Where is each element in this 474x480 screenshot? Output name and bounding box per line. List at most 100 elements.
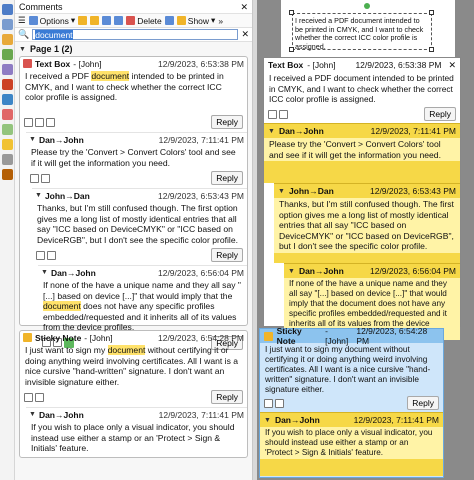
rotate-handle[interactable] (364, 3, 370, 9)
search-highlight: document (107, 345, 146, 355)
page-text-box[interactable]: I received a PDF document intended to be… (292, 13, 432, 51)
reply-date: 12/9/2023, 6:56:04 PM (157, 267, 244, 278)
options-icon (28, 16, 38, 25)
popup-reply[interactable]: ▼ Dan→John 12/9/2023, 7:11:41 PM Please … (264, 123, 460, 183)
resize-handle[interactable] (429, 10, 434, 15)
popup-text[interactable]: I just want to sign my document without … (260, 343, 443, 395)
comment-icon[interactable] (2, 34, 13, 45)
tags-icon[interactable] (2, 124, 13, 135)
comment-author: - [John] (73, 58, 102, 69)
collapse-all-icon[interactable] (90, 16, 100, 25)
resize-handle[interactable] (289, 47, 294, 52)
popup-date: 12/9/2023, 6:53:38 PM (355, 60, 442, 70)
collapse-triangle-icon[interactable]: ▼ (19, 46, 26, 53)
lock-icon[interactable] (2, 154, 13, 165)
status-checkbox[interactable] (268, 109, 277, 119)
collapse-triangle-icon[interactable]: ▼ (29, 411, 36, 418)
pen-icon[interactable] (2, 169, 13, 180)
lock-checkbox[interactable] (47, 250, 56, 260)
popup-sticky-note[interactable]: Sticky Note - [John] 12/9/2023, 6:54:28 … (259, 326, 444, 478)
reply-button[interactable]: Reply (211, 248, 243, 262)
sticky-note-icon (23, 333, 32, 342)
popup-header: Text Box - [John] 12/9/2023, 6:53:38 PM … (264, 58, 460, 72)
search-panel-icon[interactable] (2, 94, 13, 105)
flag-checkbox[interactable] (46, 117, 55, 127)
delete-icon (126, 16, 136, 25)
more-icon[interactable]: » (218, 16, 223, 26)
status-checkbox[interactable] (24, 117, 33, 127)
page-group-header[interactable]: ▼ Page 1 (2) (15, 42, 252, 56)
lock-checkbox[interactable] (41, 173, 50, 183)
lock-checkbox[interactable] (35, 117, 44, 127)
popup-date: 12/9/2023, 6:54:28 PM (356, 326, 428, 346)
delete-button[interactable]: Delete (126, 16, 162, 26)
reply-text[interactable]: Please try the 'Convert > Convert Colors… (26, 146, 247, 170)
reply-item[interactable]: ▼ John→Dan 12/9/2023, 6:53:43 PM Thanks,… (32, 188, 247, 353)
clear-search-icon[interactable]: ✕ (241, 29, 249, 40)
popup-textbox-note[interactable]: Text Box - [John] 12/9/2023, 6:53:38 PM … (263, 57, 461, 340)
status-checkbox[interactable] (30, 173, 39, 183)
reply-item[interactable]: ▼ Dan→John 12/9/2023, 7:11:41 PM If you … (26, 407, 247, 456)
comment-header: Sticky Note - [John] 12/9/2023, 6:54:28 … (20, 331, 247, 344)
import-icon[interactable] (102, 16, 112, 25)
expand-all-icon[interactable] (78, 16, 88, 25)
search-input[interactable]: document (32, 29, 239, 40)
reply-text[interactable]: If none of the have a unique name and th… (38, 279, 247, 335)
sort-icon[interactable] (164, 16, 174, 25)
resize-handle[interactable] (429, 47, 434, 52)
reply-button[interactable]: Reply (407, 396, 439, 410)
reply-controls: Reply (32, 247, 247, 265)
popup-reply[interactable]: ▼ Dan→John 12/9/2023, 7:11:41 PM If you … (260, 412, 443, 476)
reply-item[interactable]: ▼ Dan→John 12/9/2023, 7:11:41 PM Please … (26, 132, 247, 353)
comment-card-textbox[interactable]: Text Box - [John] 12/9/2023, 6:53:38 PM … (19, 56, 248, 350)
options-button[interactable]: Options ▾ (28, 15, 75, 26)
show-icon (176, 16, 186, 25)
reply-text[interactable]: Thanks, but I'm still confused though. T… (32, 202, 247, 247)
bookmark-icon[interactable] (2, 4, 13, 15)
menu-icon[interactable]: ☰ (18, 15, 26, 26)
page-icon[interactable] (2, 19, 13, 30)
comment-card-sticky[interactable]: Sticky Note - [John] 12/9/2023, 6:54:28 … (19, 330, 248, 458)
reply-button[interactable]: Reply (211, 171, 243, 185)
reply-text[interactable]: If you wish to place only a visual indic… (26, 421, 247, 456)
lock-checkbox[interactable] (275, 398, 284, 408)
comment-text[interactable]: I just want to sign my document without … (20, 344, 247, 389)
collapse-triangle-icon[interactable]: ▼ (35, 192, 42, 199)
fields-icon[interactable] (2, 109, 13, 120)
reply-button[interactable]: Reply (211, 115, 243, 129)
popup-reply[interactable]: ▼ John→Dan 12/9/2023, 6:53:43 PM Thanks,… (274, 183, 460, 263)
signature-icon[interactable] (2, 79, 13, 90)
export-icon[interactable] (114, 16, 124, 25)
textbox-icon (23, 59, 32, 68)
popup-reply-text[interactable]: If you wish to place only a visual indic… (260, 427, 443, 459)
status-checkbox[interactable] (264, 398, 273, 408)
search-highlight: document (91, 71, 130, 81)
attachment-icon[interactable] (2, 49, 13, 60)
close-icon[interactable]: ✕ (448, 60, 456, 71)
sticky-note-icon (264, 331, 273, 341)
popup-text[interactable]: I received a PDF document intended to be… (264, 72, 460, 106)
popup-controls: Reply (260, 395, 443, 412)
popup-reply[interactable]: ▼ Dan→John 12/9/2023, 6:56:04 PM If none… (284, 263, 460, 340)
layers-icon[interactable] (2, 64, 13, 75)
popup-reply-text[interactable]: Please try the 'Convert > Convert Colors… (264, 138, 460, 161)
lock-checkbox[interactable] (279, 109, 288, 119)
popup-reply-header: ▼ Dan→John 12/9/2023, 6:56:04 PM (288, 266, 456, 276)
popup-header: Sticky Note - [John] 12/9/2023, 6:54:28 … (260, 326, 443, 346)
reply-button[interactable]: Reply (211, 390, 243, 404)
comments-panel: Comments ✕ ☰ Options ▾ Delete Show ▾ » 🔍 d… (15, 0, 253, 480)
show-button[interactable]: Show ▾ (176, 15, 215, 26)
close-icon[interactable]: ✕ (240, 2, 248, 12)
status-checkbox[interactable] (36, 250, 45, 260)
lock-checkbox[interactable] (35, 392, 44, 402)
collapse-triangle-icon[interactable]: ▼ (41, 269, 48, 276)
resize-handle[interactable] (289, 10, 294, 15)
search-icon: 🔍 (18, 29, 30, 39)
popup-reply-text[interactable]: Thanks, but I'm still confused though. T… (274, 198, 460, 253)
collapse-triangle-icon[interactable]: ▼ (29, 136, 36, 143)
status-checkbox[interactable] (24, 392, 33, 402)
comment-text[interactable]: I received a PDF document intended to be… (20, 70, 247, 114)
info-icon[interactable] (2, 139, 13, 150)
reply-date: 12/9/2023, 6:53:43 PM (157, 190, 244, 201)
reply-button[interactable]: Reply (424, 107, 456, 121)
